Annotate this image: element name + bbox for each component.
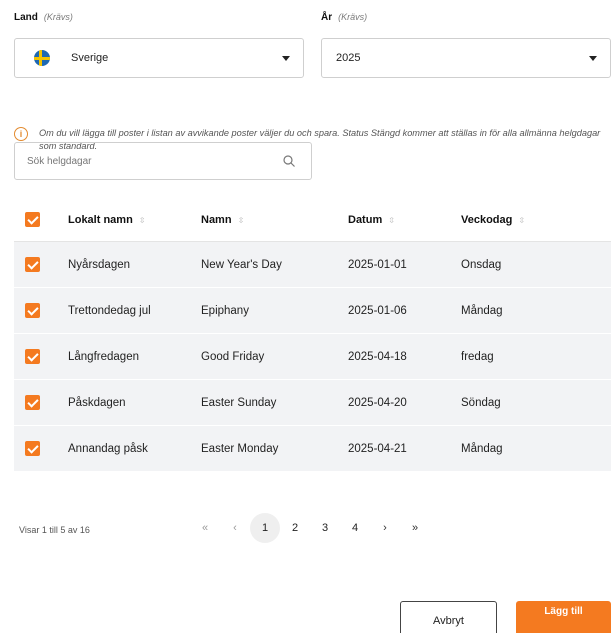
header-local-name-label: Lokalt namn <box>68 213 133 226</box>
header-local-name[interactable]: Lokalt namn ⇳ <box>53 214 201 226</box>
country-required-text: (Krävs) <box>43 12 73 22</box>
cell-name: Easter Monday <box>201 442 279 455</box>
cell-local-name: Trettondedag jul <box>68 304 151 317</box>
country-label: Land (Krävs) <box>14 12 73 23</box>
add-button[interactable]: Lägg till <box>516 601 611 633</box>
search-icon[interactable] <box>283 155 295 167</box>
cell-weekday: fredag <box>461 350 494 363</box>
table-row[interactable]: Långfredagen Good Friday 2025-04-18 fred… <box>14 334 611 380</box>
sort-icon: ⇳ <box>237 215 245 225</box>
country-label-text: Land <box>14 12 38 23</box>
sort-icon: ⇳ <box>388 215 395 225</box>
cell-date: 2025-04-18 <box>348 350 407 363</box>
table-header: Lokalt namn ⇳ Namn ⇳ Datum ⇳ Veckodag ⇳ <box>14 198 611 242</box>
cell-date: 2025-04-21 <box>348 442 407 455</box>
cell-date: 2025-04-20 <box>348 396 407 409</box>
row-checkbox[interactable] <box>25 395 40 410</box>
cell-name: New Year's Day <box>201 258 282 271</box>
country-select[interactable]: Sverige <box>14 38 304 78</box>
row-checkbox[interactable] <box>25 349 40 364</box>
sort-icon: ⇳ <box>138 215 146 225</box>
year-label-text: År <box>321 12 333 23</box>
table-row[interactable]: Trettondedag jul Epiphany 2025-01-06 Mån… <box>14 288 611 334</box>
pagination: « ‹ 1 2 3 4 › » <box>190 513 430 543</box>
next-page-button[interactable]: › <box>370 513 400 543</box>
cell-local-name: Långfredagen <box>68 350 139 363</box>
sweden-flag-icon <box>34 50 50 66</box>
select-all-checkbox[interactable] <box>25 212 40 227</box>
cell-name: Good Friday <box>201 350 265 363</box>
cell-local-name: Nyårsdagen <box>68 258 131 271</box>
cell-weekday: Måndag <box>461 304 503 317</box>
search-input[interactable] <box>15 155 265 167</box>
prev-page-button[interactable]: ‹ <box>220 513 250 543</box>
holiday-table: Lokalt namn ⇳ Namn ⇳ Datum ⇳ Veckodag ⇳ Nyår… <box>14 198 611 472</box>
year-select[interactable]: 2025 <box>321 38 611 78</box>
sort-icon: ⇳ <box>518 215 526 225</box>
chevron-down-icon <box>589 56 597 61</box>
header-date[interactable]: Datum ⇳ <box>348 214 461 226</box>
row-checkbox[interactable] <box>25 303 40 318</box>
cell-name: Epiphany <box>201 304 249 317</box>
header-weekday[interactable]: Veckodag ⇳ <box>461 214 611 226</box>
cell-local-name: Annandag påsk <box>68 442 148 455</box>
cell-date: 2025-01-06 <box>348 304 407 317</box>
page-button-2[interactable]: 2 <box>280 513 310 543</box>
pagination-summary: Visar 1 till 5 av 16 <box>19 525 90 535</box>
cell-weekday: Söndag <box>461 396 501 409</box>
cell-local-name: Påskdagen <box>68 396 126 409</box>
page-button-4[interactable]: 4 <box>340 513 370 543</box>
last-page-button[interactable]: » <box>400 513 430 543</box>
header-date-label: Datum <box>348 213 383 226</box>
table-row[interactable]: Påskdagen Easter Sunday 2025-04-20 Sönda… <box>14 380 611 426</box>
header-weekday-label: Veckodag <box>461 213 513 226</box>
year-required-text: (Krävs) <box>338 12 368 22</box>
cell-weekday: Onsdag <box>461 258 502 271</box>
search-box <box>14 142 312 180</box>
table-row[interactable]: Nyårsdagen New Year's Day 2025-01-01 Ons… <box>14 242 611 288</box>
page-button-1[interactable]: 1 <box>250 513 280 543</box>
cell-weekday: Måndag <box>461 442 503 455</box>
header-name-label: Namn <box>201 213 232 226</box>
cell-date: 2025-01-01 <box>348 258 407 271</box>
row-checkbox[interactable] <box>25 257 40 272</box>
row-checkbox[interactable] <box>25 441 40 456</box>
cell-name: Easter Sunday <box>201 396 277 409</box>
country-select-value: Sverige <box>71 52 109 64</box>
first-page-button[interactable]: « <box>190 513 220 543</box>
chevron-down-icon <box>282 56 290 61</box>
page-button-3[interactable]: 3 <box>310 513 340 543</box>
table-row[interactable]: Annandag påsk Easter Monday 2025-04-21 M… <box>14 426 611 472</box>
year-select-value: 2025 <box>336 52 361 64</box>
info-icon: i <box>14 127 28 141</box>
year-label: År (Krävs) <box>321 12 367 23</box>
header-name[interactable]: Namn ⇳ <box>201 214 348 226</box>
cancel-button[interactable]: Avbryt <box>400 601 497 633</box>
